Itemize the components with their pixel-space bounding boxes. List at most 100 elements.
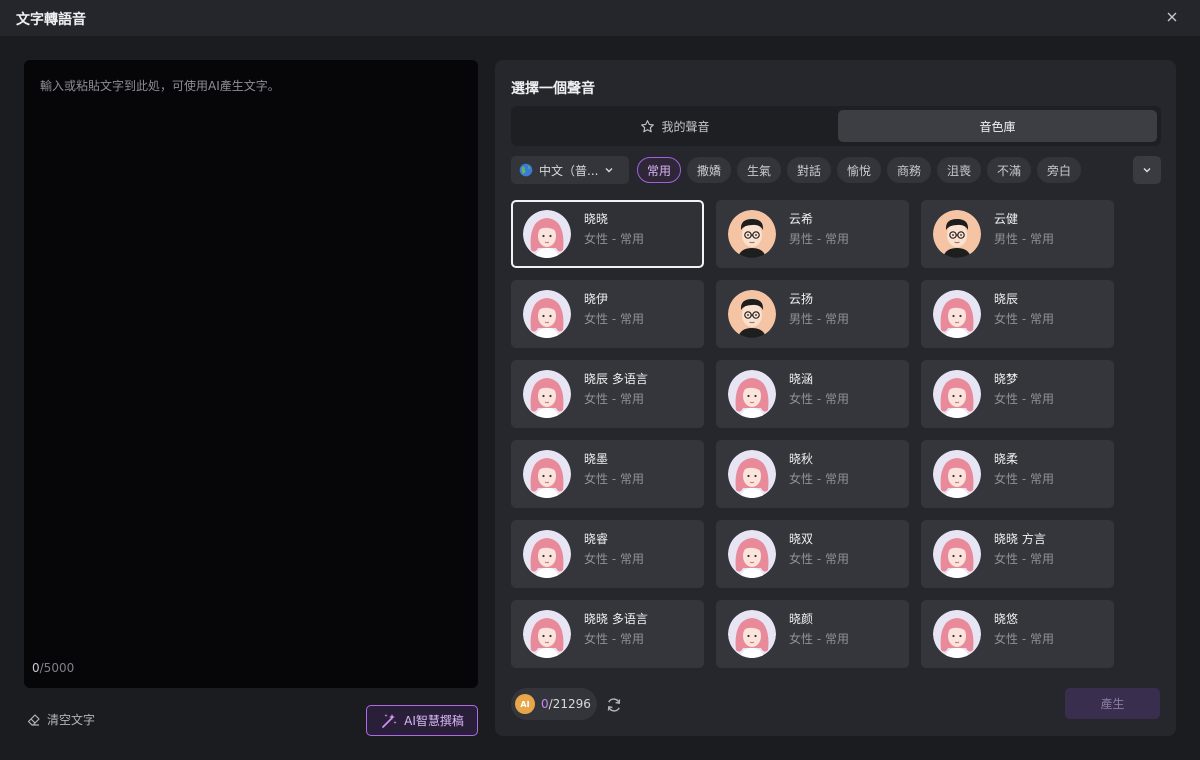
voice-meta: 女性 - 常用 (584, 552, 644, 566)
voice-card[interactable]: 晓伊 女性 - 常用 (511, 280, 704, 348)
chip-common[interactable]: 常用 (637, 157, 682, 183)
voice-meta: 男性 - 常用 (789, 232, 849, 246)
voice-card[interactable]: 晓双 女性 - 常用 (716, 520, 909, 588)
voice-card[interactable]: 晓梦女性 - 常用 (921, 360, 1114, 428)
chevron-down-icon (1143, 168, 1151, 173)
voice-card[interactable]: 晓晓 女性 - 常用 (511, 200, 704, 268)
voice-meta: 女性 - 常用 (789, 392, 849, 406)
voice-name: 晓辰 (994, 292, 1019, 306)
voice-meta: 女性 - 常用 (584, 632, 644, 646)
female-avatar (933, 450, 981, 498)
voice-meta: 女性 - 常用 (584, 472, 644, 486)
credits-total: /21296 (548, 697, 591, 711)
voice-meta: 女性 - 常用 (994, 312, 1054, 326)
clear-text-button[interactable]: 清空文字 (26, 711, 95, 728)
expand-filters-button[interactable] (1133, 156, 1161, 184)
voice-name: 晓柔 (994, 452, 1019, 466)
tab-my-voices-label: 我的聲音 (661, 119, 710, 134)
globe-icon (519, 163, 533, 177)
voice-name: 云扬 (789, 292, 814, 306)
chip-coquettish[interactable]: 撒嬌 (687, 157, 732, 183)
voice-name: 晓悠 (994, 612, 1019, 626)
ai-write-label: AI智慧撰稿 (404, 714, 464, 728)
voice-card[interactable]: 云健男性 - 常用 (921, 200, 1114, 268)
close-icon[interactable] (1164, 9, 1180, 25)
chip-angry[interactable]: 生氣 (737, 157, 782, 183)
voice-name: 晓双 (789, 532, 814, 546)
voice-name: 晓辰 多语言 (584, 372, 648, 386)
voice-card[interactable]: 晓柔女性 - 常用 (921, 440, 1114, 508)
voice-card[interactable]: 晓睿 女性 - 常用 (511, 520, 704, 588)
title-bar: 文字轉語音 (0, 0, 1200, 36)
voice-meta: 男性 - 常用 (789, 312, 849, 326)
voice-meta: 女性 - 常用 (994, 632, 1054, 646)
tab-my-voices[interactable]: 我的聲音 (515, 110, 835, 142)
panel-title: 選擇一個聲音 (511, 81, 595, 97)
refresh-icon[interactable] (605, 696, 623, 714)
female-avatar (523, 530, 571, 578)
eraser-icon (27, 713, 40, 726)
voice-name: 晓墨 (584, 452, 609, 466)
chip-dissatisfied[interactable]: 不滿 (987, 157, 1032, 183)
window-title: 文字轉語音 (16, 12, 86, 28)
voice-source-tabs: 我的聲音 音色庫 (511, 106, 1161, 146)
generate-button[interactable]: 產生 (1065, 688, 1160, 719)
female-avatar (523, 450, 571, 498)
voice-name: 晓颜 (789, 612, 814, 626)
male-avatar (933, 210, 981, 258)
voice-name: 晓涵 (789, 372, 814, 386)
star-icon (641, 119, 655, 132)
voice-name: 云健 (994, 212, 1019, 226)
coin-icon: AI (515, 694, 535, 714)
female-avatar (523, 370, 571, 418)
voice-card[interactable]: 晓晓 方言 女性 - 常用 (921, 520, 1114, 588)
language-select[interactable]: 中文（普... (511, 156, 629, 184)
chip-narration[interactable]: 旁白 (1037, 157, 1082, 183)
voice-name: 晓晓 多语言 (584, 612, 648, 626)
voice-meta: 女性 - 常用 (584, 312, 644, 326)
char-count: 0/5000 (32, 661, 74, 675)
female-avatar (933, 290, 981, 338)
chevron-down-icon (605, 168, 613, 173)
female-avatar (728, 610, 776, 658)
voice-card[interactable]: 晓涵女性 - 常用 (716, 360, 909, 428)
filter-bar: 中文（普... 常用 撒嬌 生氣 對話 愉悅 商務 沮喪 不滿 旁白 (511, 156, 1161, 184)
voice-card[interactable]: 云扬男性 - 常用 (716, 280, 909, 348)
voice-meta: 女性 - 常用 (994, 392, 1054, 406)
voice-card[interactable]: 晓秋女性 - 常用 (716, 440, 909, 508)
voice-card[interactable]: 晓颜女性 - 常用 (716, 600, 909, 668)
clear-text-label: 清空文字 (47, 713, 96, 727)
female-avatar (933, 370, 981, 418)
voice-meta: 女性 - 常用 (584, 392, 644, 406)
chip-business[interactable]: 商務 (887, 157, 932, 183)
tab-voice-library[interactable]: 音色庫 (838, 110, 1157, 142)
voice-meta: 女性 - 常用 (789, 632, 849, 646)
female-avatar (728, 530, 776, 578)
magic-wand-icon (382, 713, 397, 728)
voice-meta: 女性 - 常用 (994, 552, 1054, 566)
voice-meta: 男性 - 常用 (994, 232, 1054, 246)
voice-name: 晓晓 (584, 212, 609, 226)
voice-card[interactable]: 晓悠女性 - 常用 (921, 600, 1114, 668)
ai-write-button[interactable]: AI智慧撰稿 (366, 705, 478, 736)
voice-name: 云希 (789, 212, 814, 226)
voice-card[interactable]: 云希男性 - 常用 (716, 200, 909, 268)
voice-name: 晓梦 (994, 372, 1019, 386)
chip-cheerful[interactable]: 愉悅 (837, 157, 882, 183)
male-avatar (728, 210, 776, 258)
text-editor[interactable]: 輸入或粘貼文字到此処，可使用AI產生文字。 0/5000 (24, 60, 478, 688)
chip-depressed[interactable]: 沮喪 (937, 157, 982, 183)
voice-card[interactable]: 晓墨女性 - 常用 (511, 440, 704, 508)
voice-meta: 女性 - 常用 (994, 472, 1054, 486)
voice-meta: 女性 - 常用 (789, 472, 849, 486)
editor-placeholder: 輸入或粘貼文字到此処，可使用AI產生文字。 (40, 79, 280, 93)
chip-dialogue[interactable]: 對話 (787, 157, 832, 183)
female-avatar (728, 370, 776, 418)
voice-card[interactable]: 晓辰女性 - 常用 (921, 280, 1114, 348)
voice-name: 晓秋 (789, 452, 814, 466)
tab-voice-library-label: 音色庫 (979, 119, 1016, 134)
voice-panel: 選擇一個聲音 我的聲音 音色庫 中文（普... 常用 撒嬌 生氣 對話 愉悅 商… (495, 60, 1176, 736)
voice-grid: 晓晓 女性 - 常用 云希 男性 - 常用 云健 男性 - 常用 晓伊 女性 - 常用 (511, 200, 1121, 670)
voice-card[interactable]: 晓辰 多语言 女性 - 常用 (511, 360, 704, 428)
voice-card[interactable]: 晓晓 多语言 女性 - 常用 (511, 600, 704, 668)
